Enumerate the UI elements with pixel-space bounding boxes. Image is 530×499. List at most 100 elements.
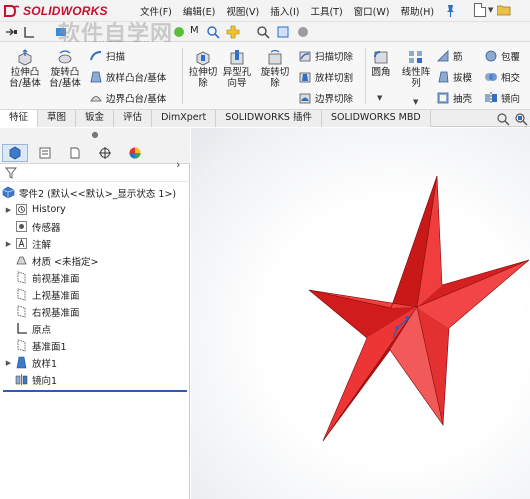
plane-icon — [17, 271, 26, 284]
solidworks-logo: SOLIDWORKS — [4, 3, 108, 19]
feature-manager-panel: ● › 零件2 (默认<<默认>_显示状态 1>) ▶ History 传感器 … — [0, 128, 190, 499]
tab-property-manager[interactable] — [32, 144, 58, 162]
panel-tab-strip: › — [0, 142, 190, 171]
expand-arrow-icon[interactable]: ▶ — [4, 359, 13, 367]
tree-item-label: 镜向1 — [32, 375, 58, 387]
tree-item-material[interactable]: 材质 <未指定> — [4, 252, 98, 269]
zoom-to-fit-icon[interactable] — [496, 112, 510, 126]
rebuild-icon[interactable] — [54, 25, 68, 39]
revolve-boss-button[interactable]: 旋转凸 台/基体 — [42, 48, 88, 89]
sweep-button[interactable]: 扫描 — [89, 48, 125, 64]
linear-pattern-icon — [409, 51, 422, 63]
tab-sheet-metal[interactable]: 钣金 — [76, 110, 115, 127]
star-faces — [309, 176, 529, 441]
draft-button[interactable]: 拔模 — [436, 69, 472, 85]
ds-logo-icon — [4, 5, 20, 17]
expand-arrow-icon[interactable]: ▶ — [4, 206, 13, 214]
new-document-icon[interactable] — [474, 3, 486, 17]
tab-addins[interactable]: SOLIDWORKS 插件 — [216, 110, 322, 127]
tab-mbd[interactable]: SOLIDWORKS MBD — [321, 110, 431, 127]
tab-dimxpert[interactable]: DimXpert — [152, 110, 217, 127]
boundary-boss-button[interactable]: 边界凸台/基体 — [89, 90, 166, 106]
appearance-icon[interactable] — [172, 25, 186, 39]
display-style-icon[interactable] — [296, 25, 310, 39]
menu-tools[interactable]: 工具(T) — [310, 4, 342, 18]
sensor-icon — [16, 221, 27, 232]
tree-item-label: 原点 — [32, 324, 52, 336]
linear-pattern-dropdown-icon[interactable]: ▼ — [413, 98, 418, 106]
origin-icon — [17, 323, 27, 334]
tree-item-loft1[interactable]: ▶ 放样1 — [4, 354, 57, 371]
tab-evaluate[interactable]: 评估 — [114, 110, 153, 127]
shell-label: 抽壳 — [453, 94, 473, 105]
tree-filter-row[interactable] — [0, 164, 190, 182]
pin-icon[interactable] — [444, 4, 456, 18]
tree-item-history[interactable]: ▶ History — [4, 201, 66, 218]
tab-feature-manager[interactable] — [2, 144, 28, 162]
part-icon — [2, 186, 15, 199]
magnify-icon[interactable] — [206, 25, 220, 39]
shell-icon — [437, 92, 449, 104]
filter-icon[interactable] — [5, 167, 17, 179]
hole-wizard-icon — [230, 50, 244, 65]
linear-pattern-button[interactable]: 线性阵 列 ▼ — [393, 48, 439, 106]
menu-window[interactable]: 窗口(W) — [354, 4, 390, 18]
new-document-dropdown-icon[interactable]: ▼ — [488, 6, 493, 14]
rollback-bar[interactable] — [3, 390, 187, 392]
tab-features[interactable]: 特征 — [0, 110, 39, 127]
tree-item-sensors[interactable]: 传感器 — [4, 218, 61, 235]
fillet-dropdown-icon[interactable]: ▼ — [377, 94, 382, 102]
plus-cross-icon[interactable] — [226, 25, 240, 39]
mirror-button[interactable]: 镜向 — [484, 90, 520, 106]
open-folder-icon[interactable] — [497, 4, 511, 16]
menu-view[interactable]: 视图(V) — [226, 4, 259, 18]
search-icon[interactable] — [256, 25, 270, 39]
intersect-button[interactable]: 相交 — [484, 69, 520, 85]
wrap-label: 包覆 — [501, 52, 521, 63]
tab-sketch[interactable]: 草图 — [38, 110, 77, 127]
tree-item-plane1[interactable]: 基准面1 — [4, 337, 67, 354]
loft-icon — [90, 71, 102, 83]
shell-button[interactable]: 抽壳 — [436, 90, 472, 106]
revolve-boss-icon — [58, 50, 72, 64]
tab-configuration-manager[interactable] — [62, 144, 88, 162]
tree-item-annotations[interactable]: ▶ 注解 — [4, 235, 51, 252]
tree-item-right-plane[interactable]: 右视基准面 — [4, 303, 80, 320]
logo-text: SOLIDWORKS — [23, 4, 108, 18]
revolve-cut-button[interactable]: 旋转切 除 — [252, 48, 298, 89]
swept-cut-button[interactable]: 扫描切除 — [298, 48, 353, 64]
wrap-button[interactable]: 包覆 — [484, 48, 520, 64]
lofted-cut-button[interactable]: 放样切割 — [298, 69, 353, 85]
tree-root-part[interactable]: 零件2 (默认<<默认>_显示状态 1>) — [2, 184, 176, 201]
panel-grip[interactable]: ● — [0, 128, 190, 142]
menu-insert[interactable]: 插入(I) — [270, 4, 299, 18]
boundary-cut-label: 边界切除 — [315, 94, 354, 105]
menu-edit[interactable]: 编辑(E) — [183, 4, 215, 18]
view-orientation-icon[interactable] — [276, 25, 290, 39]
plane-icon — [17, 339, 26, 352]
tree-item-label: 基准面1 — [32, 341, 67, 353]
expand-arrow-icon[interactable]: ▶ — [4, 240, 13, 248]
zoom-to-area-icon[interactable] — [514, 112, 528, 126]
tab-dimxpert-manager[interactable] — [92, 144, 118, 162]
tree-item-front-plane[interactable]: 前视基准面 — [4, 269, 80, 286]
tree-item-mirror1[interactable]: 镜向1 — [4, 371, 57, 388]
tab-display-manager[interactable] — [122, 144, 148, 162]
extrude-cut-icon — [196, 51, 210, 66]
sketch-arrow-icon[interactable] — [4, 25, 18, 39]
tree-item-label: 右视基准面 — [32, 307, 80, 319]
linear-pattern-label: 线性阵 列 — [401, 67, 431, 89]
menu-file[interactable]: 文件(F) — [140, 4, 172, 18]
loft-button[interactable]: 放样凸台/基体 — [89, 69, 166, 85]
mirror-label: 镜向 — [501, 94, 521, 105]
rib-button[interactable]: 筋 — [436, 48, 463, 64]
smart-dimension-icon[interactable] — [22, 25, 36, 39]
graphics-area[interactable] — [191, 128, 530, 499]
tree-item-top-plane[interactable]: 上视基准面 — [4, 286, 80, 303]
boundary-cut-button[interactable]: 边界切除 — [298, 90, 353, 106]
tree-item-origin[interactable]: 原点 — [4, 320, 51, 337]
menu-help[interactable]: 帮助(H) — [400, 4, 434, 18]
intersect-label: 相交 — [501, 73, 521, 84]
tree-item-label: 注解 — [32, 239, 52, 251]
red-star-model[interactable] — [191, 128, 530, 499]
